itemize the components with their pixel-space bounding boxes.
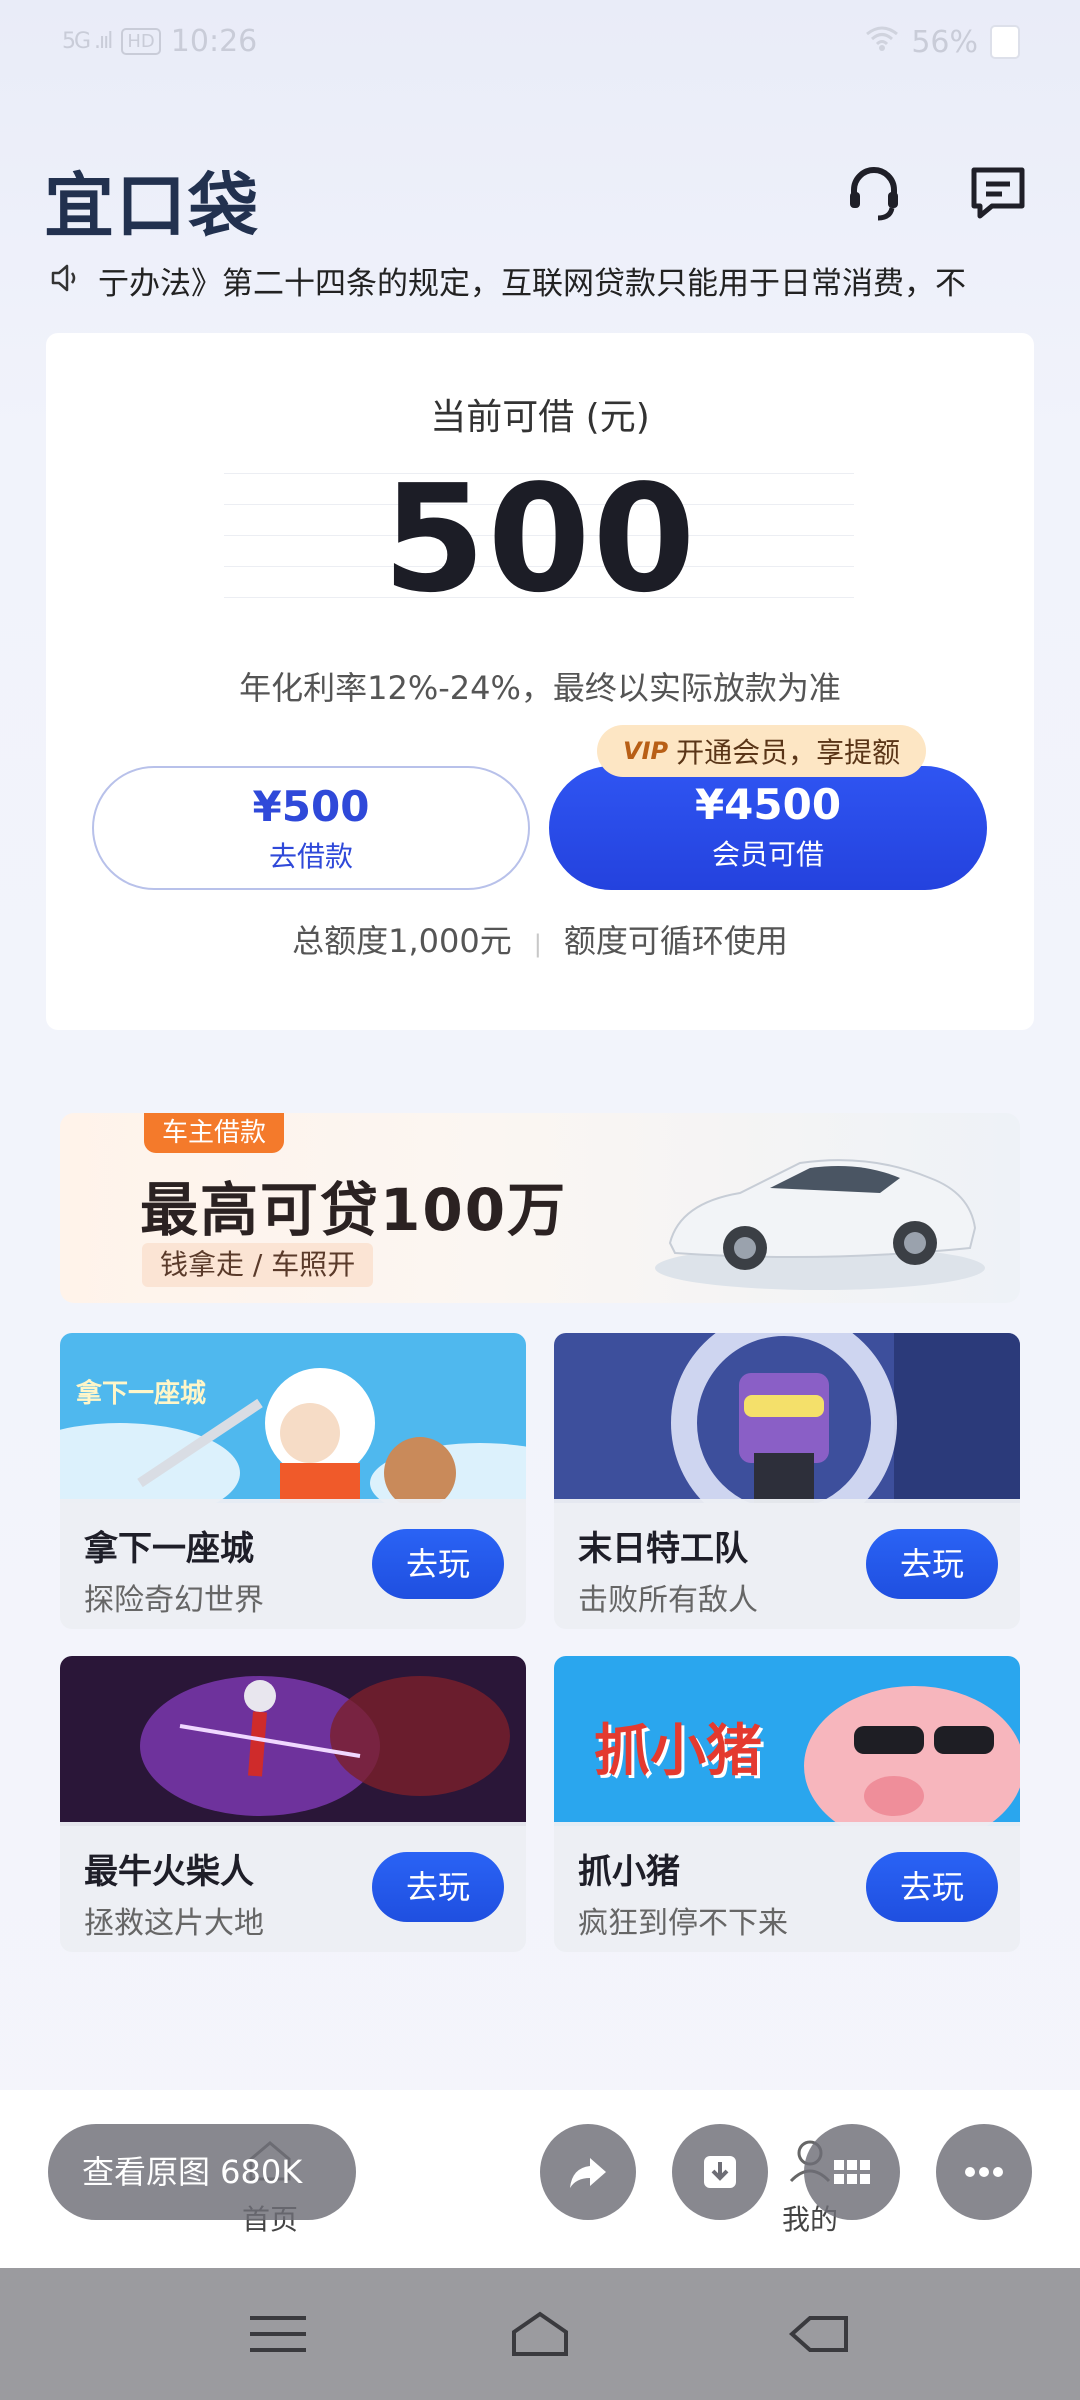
grid-icon[interactable]: [804, 2124, 900, 2220]
car-loan-banner[interactable]: 车主借款 最高可贷100万 钱拿走 / 车照开: [60, 1113, 1020, 1303]
play-button[interactable]: 去玩: [866, 1852, 998, 1922]
headset-icon[interactable]: [842, 160, 906, 224]
wifi-icon: [865, 24, 899, 60]
game-card[interactable]: 抓小猪 抓小猪 疯狂到停不下来 去玩: [554, 1656, 1020, 1952]
limit-note: 额度可循环使用: [563, 922, 788, 960]
vip-borrow-button[interactable]: ¥4500 会员可借: [549, 766, 987, 890]
vip-promo-text: 开通会员，享提额: [676, 736, 901, 769]
game-name: 抓小猪: [578, 1852, 680, 1892]
game-art-castle: [60, 1333, 526, 1503]
borrow-amount: ¥500: [252, 782, 370, 831]
game-card[interactable]: 末日特工队 击败所有敌人 去玩: [554, 1333, 1020, 1629]
message-icon[interactable]: [966, 160, 1030, 224]
game-art-title: 抓小猪: [594, 1719, 762, 1784]
vip-amount: ¥4500: [694, 780, 842, 829]
vip-label: 会员可借: [711, 838, 824, 871]
notice-ticker[interactable]: 亍办法》第二十四条的规定，互联网贷款只能用于日常消费，不: [50, 255, 1040, 305]
game-art-title: 拿下一座城: [76, 1379, 207, 1409]
clock: 10:26: [170, 24, 258, 59]
game-desc: 拯救这片大地: [84, 1906, 264, 1941]
game-info: 末日特工队 击败所有敌人 去玩: [554, 1499, 1020, 1629]
game-desc: 疯狂到停不下来: [578, 1906, 788, 1941]
system-nav-bar: [0, 2268, 1080, 2400]
notice-text: 亍办法》第二十四条的规定，互联网贷款只能用于日常消费，不: [98, 265, 966, 302]
battery-level: 56%: [911, 24, 978, 60]
play-button[interactable]: 去玩: [866, 1529, 998, 1599]
game-info: 抓小猪 疯狂到停不下来 去玩: [554, 1822, 1020, 1952]
game-info: 拿下一座城 探险奇幻世界 去玩: [60, 1499, 526, 1629]
game-name: 最牛火柴人: [84, 1852, 254, 1892]
car-image: [655, 1159, 985, 1290]
battery-icon: [990, 25, 1020, 59]
borrow-button[interactable]: ¥500 去借款: [92, 766, 530, 890]
game-card[interactable]: 最牛火柴人 拯救这片大地 去玩: [60, 1656, 526, 1952]
play-button[interactable]: 去玩: [372, 1529, 504, 1599]
vip-icon: VIP: [623, 737, 669, 765]
game-name: 拿下一座城: [84, 1529, 254, 1569]
banner-tag: 车主借款: [144, 1113, 285, 1153]
speaker-icon: [50, 263, 82, 297]
home-nav-icon[interactable]: [508, 2308, 572, 2360]
divider: |: [533, 930, 542, 958]
app-logo: 宜口袋: [44, 165, 260, 247]
loan-card: 当前可借 (元) 500 年化利率12%-24%，最终以实际放款为准 ¥500 …: [46, 333, 1034, 1030]
available-title: 当前可借 (元): [430, 397, 650, 438]
total-limit: 总额度1,000元: [292, 922, 512, 960]
banner-title: 最高可贷100万: [140, 1176, 568, 1244]
app-header: 宜口袋: [0, 140, 1080, 260]
vip-promo-tag[interactable]: VIP 开通会员，享提额: [597, 725, 927, 777]
game-art-stickman: [60, 1656, 526, 1826]
share-icon[interactable]: [540, 2124, 636, 2220]
download-icon[interactable]: [672, 2124, 768, 2220]
play-button[interactable]: 去玩: [372, 1852, 504, 1922]
banner-subtitle: 钱拿走 / 车照开: [142, 1243, 374, 1287]
game-info: 最牛火柴人 拯救这片大地 去玩: [60, 1822, 526, 1952]
view-original-button[interactable]: 查看原图 680K: [48, 2124, 356, 2220]
menu-icon[interactable]: [246, 2308, 310, 2360]
more-icon[interactable]: [936, 2124, 1032, 2220]
hd-badge: HD: [121, 28, 161, 55]
game-art-agent: [554, 1333, 1020, 1503]
status-bar: 5G .ııl HD 10:26 56%: [0, 0, 1080, 90]
game-desc: 探险奇幻世界: [84, 1583, 264, 1618]
limit-row: 总额度1,000元 | 额度可循环使用: [46, 916, 1034, 962]
available-amount: 500: [382, 453, 698, 625]
game-card[interactable]: 拿下一座城 拿下一座城 探险奇幻世界 去玩: [60, 1333, 526, 1629]
borrow-label: 去借款: [268, 840, 353, 873]
rate-note: 年化利率12%-24%，最终以实际放款为准: [239, 669, 841, 707]
signal-icon: 5G .ııl: [62, 29, 113, 54]
game-name: 末日特工队: [578, 1529, 748, 1569]
game-desc: 击败所有敌人: [578, 1583, 758, 1618]
back-icon[interactable]: [788, 2308, 852, 2360]
